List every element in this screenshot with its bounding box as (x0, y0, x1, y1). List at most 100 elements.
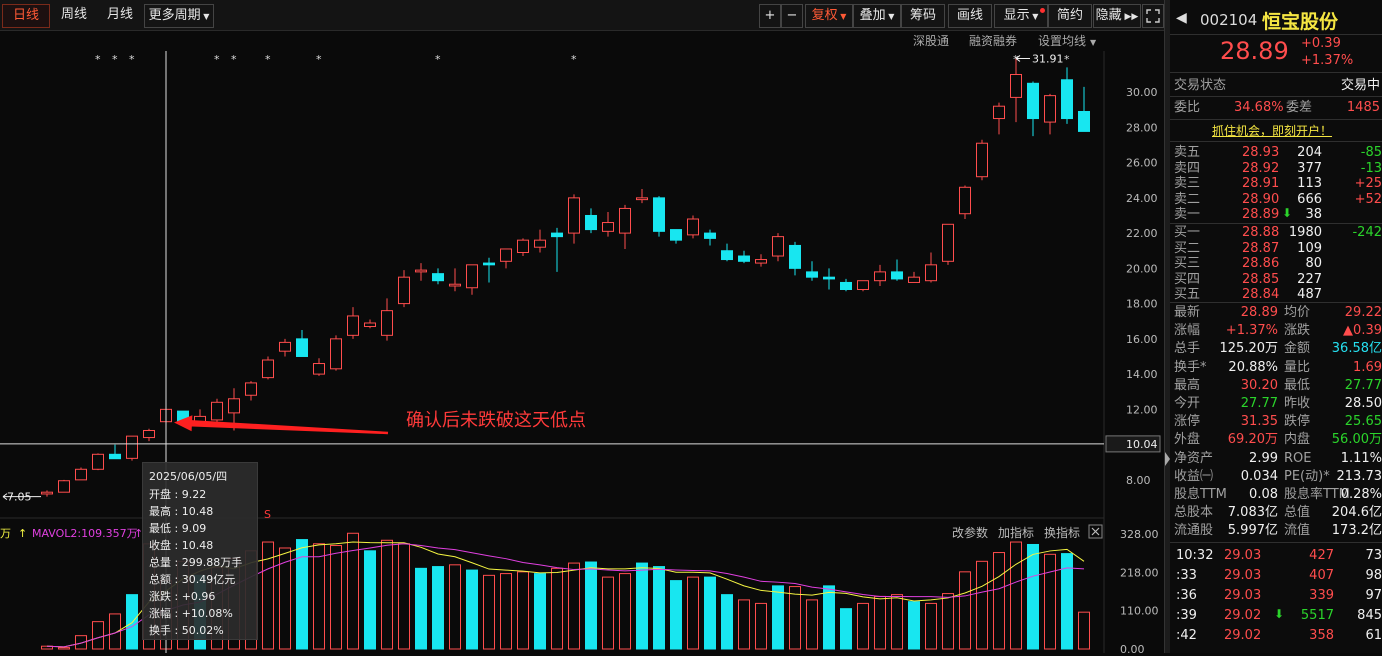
zoom-in-button[interactable]: + (759, 4, 781, 28)
kline-chart-area[interactable]: 深股通 融资融券 设置均线 ▼ 30.0028.0026.0024.0022.0… (0, 31, 1164, 653)
add-indicator-link[interactable]: 加指标 (998, 525, 1034, 540)
candle-body (807, 272, 818, 277)
candle-body (960, 187, 971, 213)
shenguotong-link[interactable]: 深股通 (913, 34, 949, 48)
chart-toolbar: 日线 周线 月线 更多周期 ▼ + − 复权 ▼ 叠加 ▼ 筹码 画线 显示 ▼… (0, 0, 1164, 31)
volume-bar (1045, 554, 1056, 649)
margin-trading-link[interactable]: 融资融券 (969, 33, 1017, 48)
period-tab-week[interactable]: 周线 (52, 4, 96, 26)
volume-bar (467, 570, 478, 649)
stat-value: +1.37% (1226, 322, 1278, 340)
volume-bar (637, 563, 648, 649)
price-change-pct: +1.37% (1301, 53, 1353, 68)
tick-count: 845 (1357, 607, 1382, 625)
candle-body (1011, 74, 1022, 97)
switch-indicator-link[interactable]: 换指标 (1044, 525, 1080, 540)
star-markers: *********** (95, 53, 1070, 66)
edit-params-link[interactable]: 改参数 (952, 525, 988, 540)
simple-mode-button[interactable]: 简约 (1048, 4, 1092, 28)
draw-line-button[interactable]: 画线 (948, 4, 992, 28)
star-marker: * (571, 53, 577, 66)
tooltip-open: 开盘 : 9.22 (149, 486, 206, 502)
stat-label: 股息TTM (1174, 486, 1227, 504)
volume-bar (535, 574, 546, 649)
candle-body (348, 316, 359, 335)
candle-body (603, 223, 614, 232)
stat-value: 2.99 (1249, 450, 1278, 468)
volume-bar (416, 568, 427, 649)
stat-row: 最新28.89均价29.22 (1170, 304, 1382, 322)
notification-dot-icon (1040, 8, 1045, 13)
fuquan-dropdown[interactable]: 复权 ▼ (805, 4, 853, 28)
candle-body (501, 249, 512, 261)
volume-bar (892, 595, 903, 649)
period-tab-month[interactable]: 月线 (98, 4, 142, 26)
tick-volume: 407 (1309, 567, 1334, 585)
volume-bar (518, 572, 529, 649)
sell-level-label: 卖一 (1174, 206, 1200, 224)
candle-body (569, 198, 580, 233)
stat-value: 25.65 (1345, 413, 1382, 431)
double-chevron-right-icon: ▶▶ (1122, 12, 1139, 22)
volume-bar (484, 575, 495, 649)
volume-tick-label: 218.00 (1120, 567, 1159, 580)
tooltip-change-pct: 涨幅 : +10.08% (149, 605, 233, 621)
back-arrow-icon[interactable]: ◀ (1176, 10, 1187, 26)
fullscreen-icon[interactable] (1142, 4, 1164, 28)
candle-body (552, 233, 563, 237)
period-tab-day[interactable]: 日线 (2, 4, 50, 28)
volume-bar (824, 586, 835, 649)
fuquan-label: 复权 (812, 8, 838, 23)
volume-bar (433, 567, 444, 649)
price-tick-label: 20.00 (1126, 262, 1158, 275)
stat-row: 股息TTM0.08股息率TTM0.28% (1170, 486, 1382, 504)
candle-body (739, 256, 750, 261)
zoom-out-button[interactable]: − (781, 4, 803, 28)
volume-bar (688, 577, 699, 649)
overlay-dropdown[interactable]: 叠加 ▼ (853, 4, 901, 28)
tooltip-close: 收盘 : 10.48 (149, 537, 213, 553)
hide-panel-button[interactable]: 隐藏 ▶▶ (1093, 4, 1141, 28)
mavol2-label: MAVOL2:109.357万 (32, 527, 138, 540)
stat-value: 0.28% (1341, 486, 1382, 504)
volume-bar (671, 581, 682, 649)
stat-label: 最高 (1174, 377, 1200, 395)
stat-label: ROE (1284, 450, 1311, 468)
low-marker: 7.05 (3, 491, 41, 504)
candle-body (654, 198, 665, 231)
candle-body (382, 311, 393, 336)
stat-label: 总股本 (1174, 504, 1213, 522)
s-marker: S (264, 508, 271, 521)
tick-time: :42 (1176, 627, 1197, 645)
star-marker: * (1064, 53, 1070, 66)
stat-value: 0.034 (1241, 468, 1278, 486)
period-more-dropdown[interactable]: 更多周期 ▼ (144, 4, 214, 28)
stat-label: 外盘 (1174, 431, 1200, 449)
ma-settings-link[interactable]: 设置均线 (1038, 34, 1086, 48)
chevron-down-icon: ▼ (1090, 38, 1097, 47)
tick-volume: 427 (1309, 547, 1334, 565)
price-tick-label: 8.00 (1126, 474, 1151, 487)
stat-value: 56.00万 (1332, 431, 1382, 449)
red-arrow-icon (174, 415, 388, 434)
candle-body (977, 143, 988, 176)
trade-status-label: 交易状态 (1174, 77, 1226, 95)
stat-label: 金额 (1284, 340, 1310, 358)
tick-volume: 358 (1309, 627, 1334, 645)
stat-value: 27.77 (1345, 377, 1382, 395)
chips-button[interactable]: 筹码 (901, 4, 945, 28)
open-account-banner[interactable]: 抓住机会，即刻开户！ (1212, 122, 1332, 139)
price-tick-label: 22.00 (1126, 227, 1158, 240)
display-dropdown[interactable]: 显示 ▼ (994, 4, 1048, 28)
candle-body (1062, 80, 1073, 119)
stat-label: 收益㈠ (1174, 468, 1213, 486)
star-marker: * (95, 53, 101, 66)
candle-body (790, 245, 801, 268)
volume-bar (552, 568, 563, 649)
candle-body (637, 198, 648, 200)
candle-body (263, 360, 274, 378)
stat-label: 总值 (1284, 504, 1310, 522)
star-marker: * (435, 53, 441, 66)
stock-code: 002104 (1200, 11, 1257, 29)
tick-price: 29.02 (1224, 627, 1261, 645)
